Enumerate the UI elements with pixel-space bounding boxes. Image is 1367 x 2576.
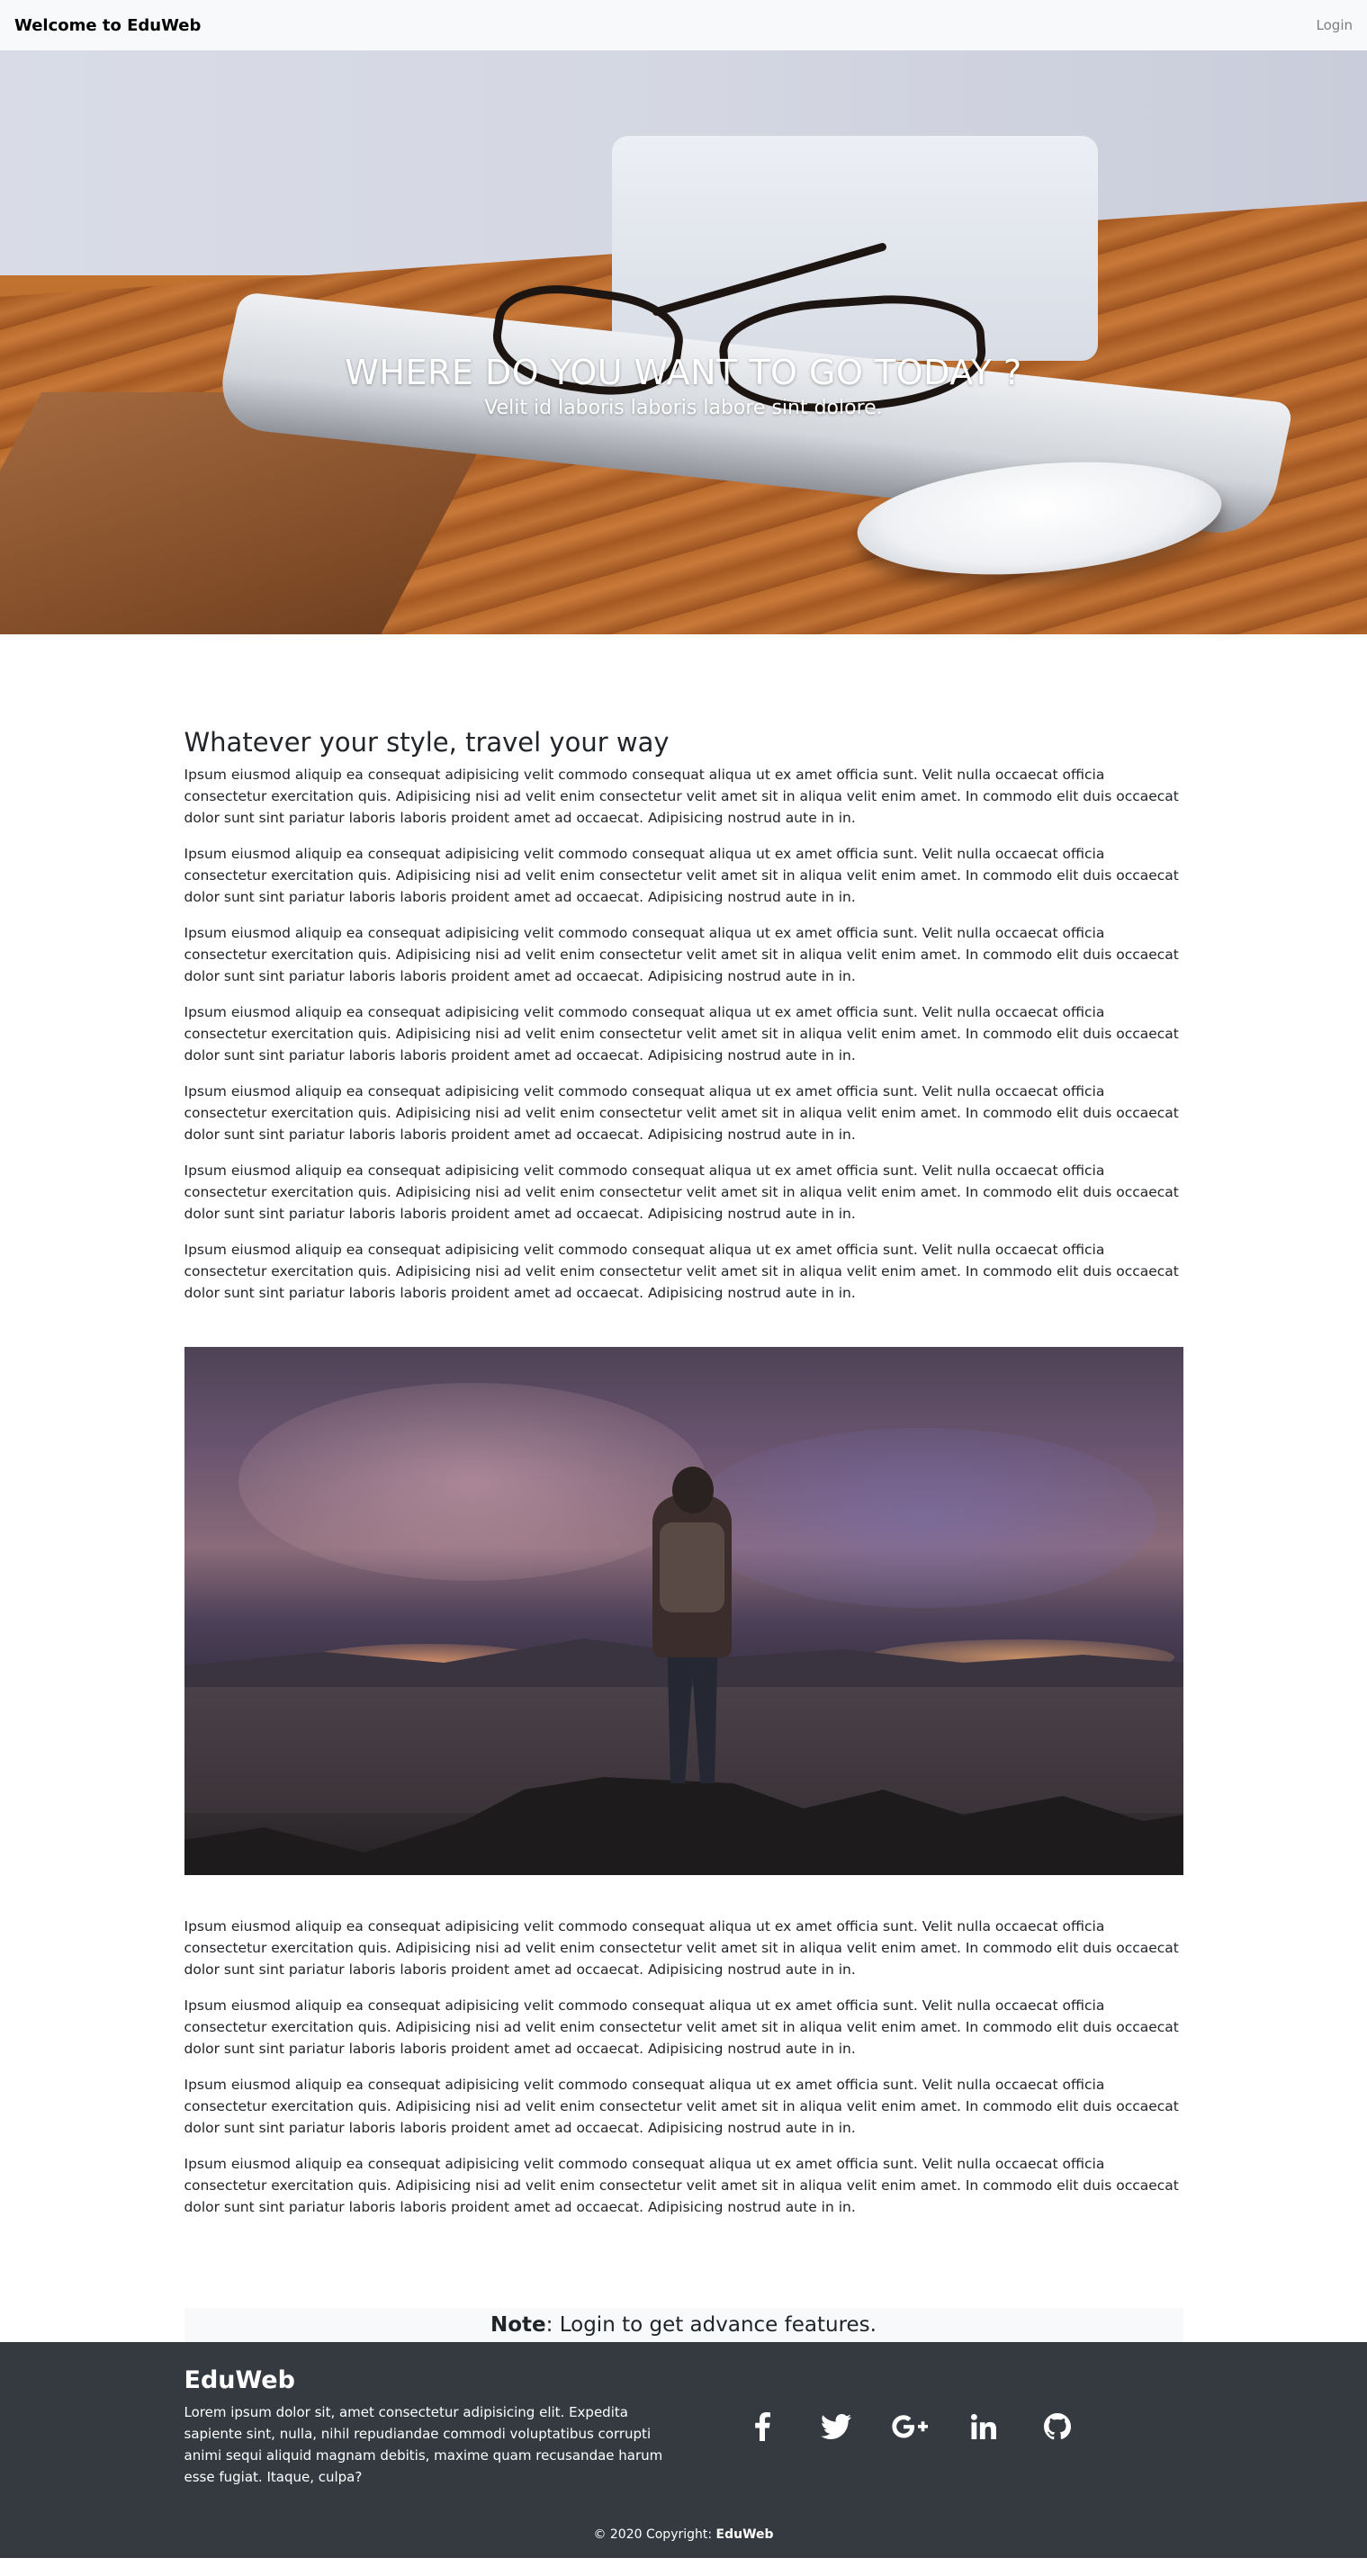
main-content: Whatever your style, travel your way Ips… bbox=[184, 634, 1183, 2342]
hero-subtitle: Velit id laboris laboris labore sint dol… bbox=[484, 397, 883, 419]
paragraph: Ipsum eiusmod aliquip ea consequat adipi… bbox=[184, 925, 1179, 984]
navbar: Welcome to EduWeb Login bbox=[0, 0, 1367, 50]
paragraph: Ipsum eiusmod aliquip ea consequat adipi… bbox=[184, 2077, 1179, 2136]
copyright-brand[interactable]: EduWeb bbox=[716, 2527, 774, 2542]
note-wrap: Note: Login to get advance features. bbox=[184, 2308, 1183, 2342]
facebook-icon[interactable] bbox=[744, 2410, 780, 2443]
twitter-icon[interactable] bbox=[818, 2410, 854, 2443]
paragraph: Ipsum eiusmod aliquip ea consequat adipi… bbox=[184, 1918, 1179, 1978]
copyright-prefix: © 2020 Copyright: bbox=[593, 2527, 716, 2542]
paragraph: Ipsum eiusmod aliquip ea consequat adipi… bbox=[184, 1004, 1179, 1064]
paragraph: Ipsum eiusmod aliquip ea consequat adipi… bbox=[184, 1083, 1179, 1143]
section-title: Whatever your style, travel your way bbox=[184, 727, 670, 758]
paragraph: Ipsum eiusmod aliquip ea consequat adipi… bbox=[184, 1242, 1179, 1301]
footer-title: EduWeb bbox=[184, 2366, 295, 2394]
photo-cloud bbox=[688, 1428, 1156, 1608]
copyright: © 2020 Copyright: EduWeb bbox=[184, 2527, 1183, 2542]
footer: EduWeb Lorem ipsum dolor sit, amet conse… bbox=[0, 2342, 1367, 2558]
paragraph: Ipsum eiusmod aliquip ea consequat adipi… bbox=[184, 1997, 1179, 2057]
paragraph: Ipsum eiusmod aliquip ea consequat adipi… bbox=[184, 2156, 1179, 2215]
paragraph: Ipsum eiusmod aliquip ea consequat adipi… bbox=[184, 846, 1179, 905]
paragraphs-bottom: Ipsum eiusmod aliquip ea consequat adipi… bbox=[184, 1916, 1183, 2218]
linkedin-icon[interactable] bbox=[966, 2410, 1002, 2443]
login-link[interactable]: Login bbox=[1317, 17, 1353, 33]
hero-title: WHERE DO YOU WANT TO GO TODAY ? bbox=[345, 353, 1022, 392]
hero-banner: WHERE DO YOU WANT TO GO TODAY ? Velit id… bbox=[0, 50, 1367, 634]
social-links bbox=[744, 2410, 1075, 2443]
photo-person-head bbox=[671, 1467, 714, 1513]
note-text: : Login to get advance features. bbox=[545, 2313, 877, 2337]
footer-description: Lorem ipsum dolor sit, amet consectetur … bbox=[184, 2404, 663, 2485]
footer-about: EduWeb Lorem ipsum dolor sit, amet conse… bbox=[184, 2365, 670, 2488]
paragraph: Ipsum eiusmod aliquip ea consequat adipi… bbox=[184, 1162, 1179, 1222]
github-icon[interactable] bbox=[1039, 2410, 1075, 2443]
note-label: Note bbox=[490, 2313, 546, 2337]
traveler-photo bbox=[184, 1347, 1183, 1875]
photo-person-backpack bbox=[659, 1522, 724, 1612]
photo-cloud bbox=[238, 1383, 706, 1581]
google-plus-icon[interactable] bbox=[891, 2410, 928, 2443]
navbar-brand[interactable]: Welcome to EduWeb bbox=[14, 16, 201, 35]
paragraphs-top: Ipsum eiusmod aliquip ea consequat adipi… bbox=[184, 764, 1183, 1304]
hero-text: WHERE DO YOU WANT TO GO TODAY ? Velit id… bbox=[0, 352, 1367, 422]
login-note: Note: Login to get advance features. bbox=[184, 2308, 1183, 2342]
paragraph: Ipsum eiusmod aliquip ea consequat adipi… bbox=[184, 767, 1179, 826]
